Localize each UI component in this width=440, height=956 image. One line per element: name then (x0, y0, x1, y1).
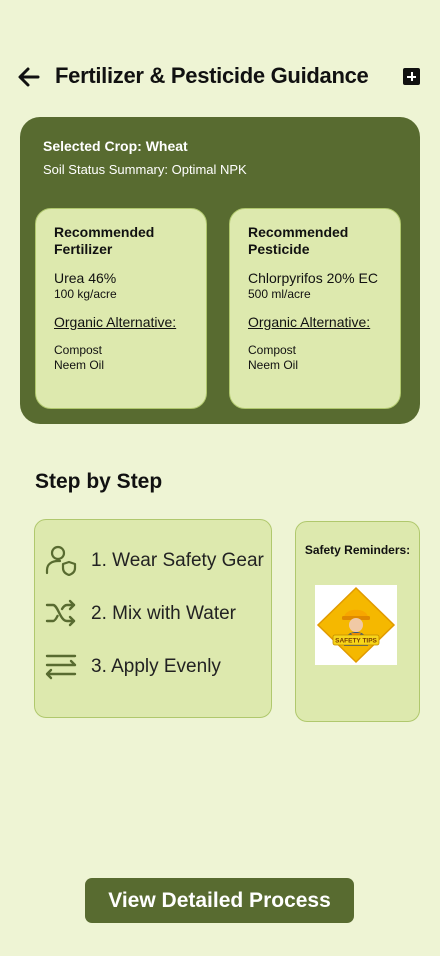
app-header: Fertilizer & Pesticide Guidance (0, 60, 440, 94)
plus-square-icon[interactable] (403, 68, 420, 85)
safety-badge-text: SAFETY TIPS (335, 638, 377, 645)
step-item-mix-water[interactable]: 2. Mix with Water (45, 597, 270, 631)
step-label: 3. Apply Evenly (91, 656, 221, 677)
arrow-left-icon[interactable] (16, 64, 42, 90)
view-detailed-process-button[interactable]: View Detailed Process (85, 878, 354, 923)
pesticide-alternative: Neem Oil (248, 358, 299, 372)
fertilizer-heading: Recommended Fertilizer (54, 224, 155, 257)
step-item-apply-evenly[interactable]: 3. Apply Evenly (45, 650, 270, 684)
safety-title: Safety Reminders: (304, 543, 411, 557)
soil-status: Soil Status Summary: Optimal NPK (43, 162, 247, 177)
crop-summary-card: Selected Crop: Wheat Soil Status Summary… (20, 117, 420, 424)
step-item-safety-gear[interactable]: 1. Wear Safety Gear (45, 544, 270, 578)
fertilizer-organic-link[interactable]: Organic Alternative: (54, 314, 176, 330)
arrows-exchange-icon (45, 654, 77, 680)
pesticide-alternative: Compost (248, 343, 297, 357)
steps-card: 1. Wear Safety Gear 2. Mix with Water 3.… (34, 519, 272, 718)
pesticide-product: Chlorpyrifos 20% EC (248, 270, 378, 286)
safety-tips-image: SAFETY TIPS (315, 585, 397, 665)
fertilizer-alternative: Compost (54, 343, 103, 357)
recommended-fertilizer-card[interactable]: Recommended Fertilizer Urea 46% 100 kg/a… (35, 208, 207, 409)
pesticide-heading: Recommended Pesticide (248, 224, 349, 257)
fertilizer-alternative: Neem Oil (54, 358, 105, 372)
safety-reminders-card[interactable]: Safety Reminders: SAFETY TIPS (295, 521, 420, 722)
shuffle-icon (45, 599, 76, 627)
fertilizer-product: Urea 46% (54, 270, 117, 286)
page-title: Fertilizer & Pesticide Guidance (55, 63, 369, 88)
selected-crop: Selected Crop: Wheat (43, 138, 188, 154)
fertilizer-rate: 100 kg/acre (54, 287, 117, 301)
step-label: 1. Wear Safety Gear (91, 550, 264, 571)
pesticide-organic-link[interactable]: Organic Alternative: (248, 314, 370, 330)
user-shield-icon (45, 545, 77, 576)
recommended-pesticide-card[interactable]: Recommended Pesticide Chlorpyrifos 20% E… (229, 208, 401, 409)
step-label: 2. Mix with Water (91, 603, 236, 624)
pesticide-rate: 500 ml/acre (248, 287, 311, 301)
steps-heading: Step by Step (35, 470, 163, 493)
